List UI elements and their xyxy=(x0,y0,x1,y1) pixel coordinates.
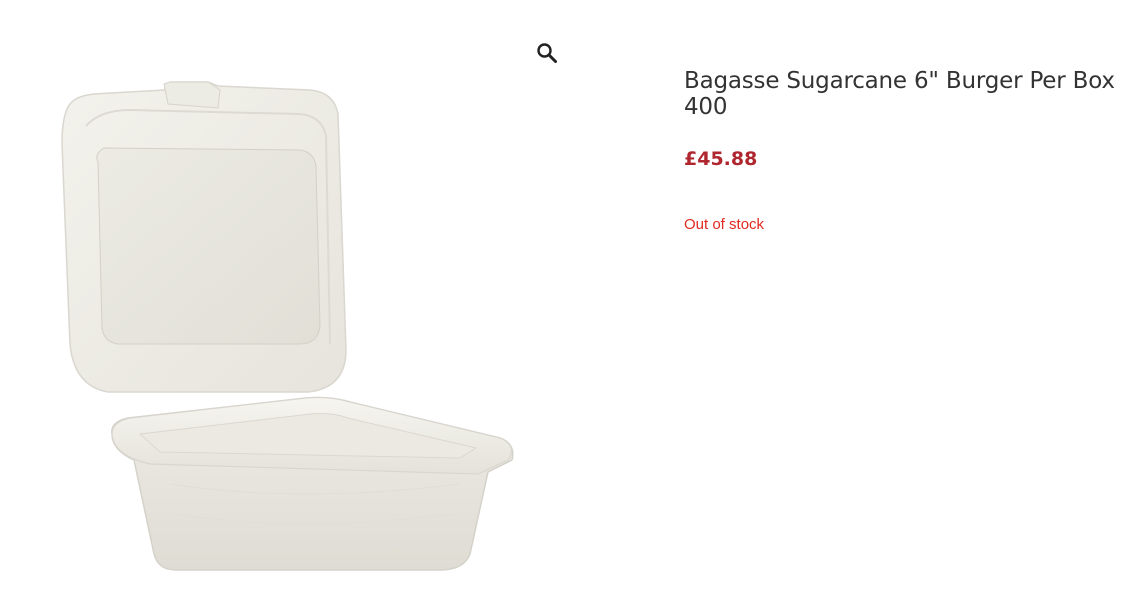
stock-status: Out of stock xyxy=(684,216,765,233)
product-summary: Bagasse Sugarcane 6" Burger Per Box 400 … xyxy=(684,68,1140,233)
magnifier-icon xyxy=(537,43,557,63)
product-gallery xyxy=(0,14,586,594)
product-image[interactable] xyxy=(0,14,586,594)
zoom-button[interactable] xyxy=(530,36,564,70)
product-title: Bagasse Sugarcane 6" Burger Per Box 400 xyxy=(684,68,1115,120)
product-page: Bagasse Sugarcane 6" Burger Per Box 400 … xyxy=(0,0,1144,608)
product-price: £45.88 xyxy=(684,148,758,170)
